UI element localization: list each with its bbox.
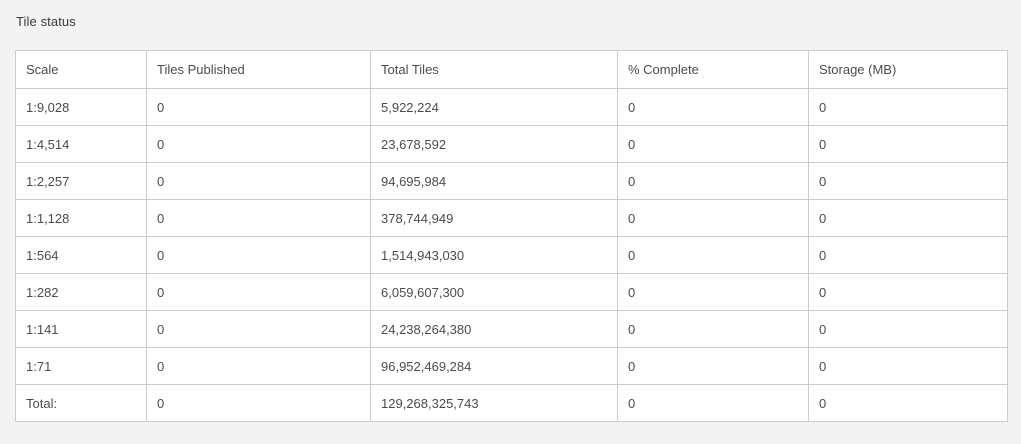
column-header-tiles-published: Tiles Published	[146, 50, 371, 89]
tile-status-table: Scale Tiles Published Total Tiles % Comp…	[15, 50, 1008, 422]
cell-percent-complete: 0	[617, 88, 809, 126]
cell-percent-complete: 0	[617, 236, 809, 274]
column-header-storage: Storage (MB)	[808, 50, 1008, 89]
total-tiles-published: 0	[146, 384, 371, 422]
cell-storage: 0	[808, 347, 1008, 385]
cell-total-tiles: 94,695,984	[370, 162, 618, 200]
table-row: 1:9,028 0 5,922,224 0 0	[15, 88, 1008, 126]
cell-tiles-published: 0	[146, 88, 371, 126]
tile-status-panel: Tile status Scale Tiles Published Total …	[0, 0, 1021, 444]
table-row: 1:2,257 0 94,695,984 0 0	[15, 162, 1008, 200]
table-row: 1:282 0 6,059,607,300 0 0	[15, 273, 1008, 311]
table-row: 1:564 0 1,514,943,030 0 0	[15, 236, 1008, 274]
cell-tiles-published: 0	[146, 162, 371, 200]
table-row: 1:71 0 96,952,469,284 0 0	[15, 347, 1008, 385]
cell-scale: 1:71	[15, 347, 147, 385]
total-storage: 0	[808, 384, 1008, 422]
cell-tiles-published: 0	[146, 347, 371, 385]
cell-scale: 1:9,028	[15, 88, 147, 126]
column-header-percent-complete: % Complete	[617, 50, 809, 89]
cell-scale: 1:141	[15, 310, 147, 348]
cell-scale: 1:2,257	[15, 162, 147, 200]
cell-storage: 0	[808, 273, 1008, 311]
table-row: 1:4,514 0 23,678,592 0 0	[15, 125, 1008, 163]
cell-percent-complete: 0	[617, 310, 809, 348]
cell-tiles-published: 0	[146, 236, 371, 274]
cell-percent-complete: 0	[617, 199, 809, 237]
cell-tiles-published: 0	[146, 125, 371, 163]
cell-percent-complete: 0	[617, 125, 809, 163]
cell-scale: 1:564	[15, 236, 147, 274]
cell-tiles-published: 0	[146, 199, 371, 237]
cell-total-tiles: 23,678,592	[370, 125, 618, 163]
cell-storage: 0	[808, 310, 1008, 348]
cell-total-tiles: 5,922,224	[370, 88, 618, 126]
cell-tiles-published: 0	[146, 273, 371, 311]
table-total-row: Total: 0 129,268,325,743 0 0	[15, 384, 1008, 422]
total-label: Total:	[15, 384, 147, 422]
cell-storage: 0	[808, 125, 1008, 163]
cell-storage: 0	[808, 162, 1008, 200]
total-percent-complete: 0	[617, 384, 809, 422]
cell-scale: 1:282	[15, 273, 147, 311]
table-row: 1:141 0 24,238,264,380 0 0	[15, 310, 1008, 348]
cell-percent-complete: 0	[617, 273, 809, 311]
column-header-scale: Scale	[15, 50, 147, 89]
column-header-total-tiles: Total Tiles	[370, 50, 618, 89]
cell-total-tiles: 6,059,607,300	[370, 273, 618, 311]
cell-scale: 1:4,514	[15, 125, 147, 163]
cell-tiles-published: 0	[146, 310, 371, 348]
panel-title: Tile status	[16, 14, 76, 29]
cell-storage: 0	[808, 88, 1008, 126]
cell-percent-complete: 0	[617, 162, 809, 200]
cell-total-tiles: 1,514,943,030	[370, 236, 618, 274]
total-total-tiles: 129,268,325,743	[370, 384, 618, 422]
cell-total-tiles: 24,238,264,380	[370, 310, 618, 348]
cell-storage: 0	[808, 199, 1008, 237]
cell-total-tiles: 378,744,949	[370, 199, 618, 237]
cell-total-tiles: 96,952,469,284	[370, 347, 618, 385]
table-header-row: Scale Tiles Published Total Tiles % Comp…	[15, 50, 1008, 89]
cell-storage: 0	[808, 236, 1008, 274]
cell-scale: 1:1,128	[15, 199, 147, 237]
cell-percent-complete: 0	[617, 347, 809, 385]
table-row: 1:1,128 0 378,744,949 0 0	[15, 199, 1008, 237]
